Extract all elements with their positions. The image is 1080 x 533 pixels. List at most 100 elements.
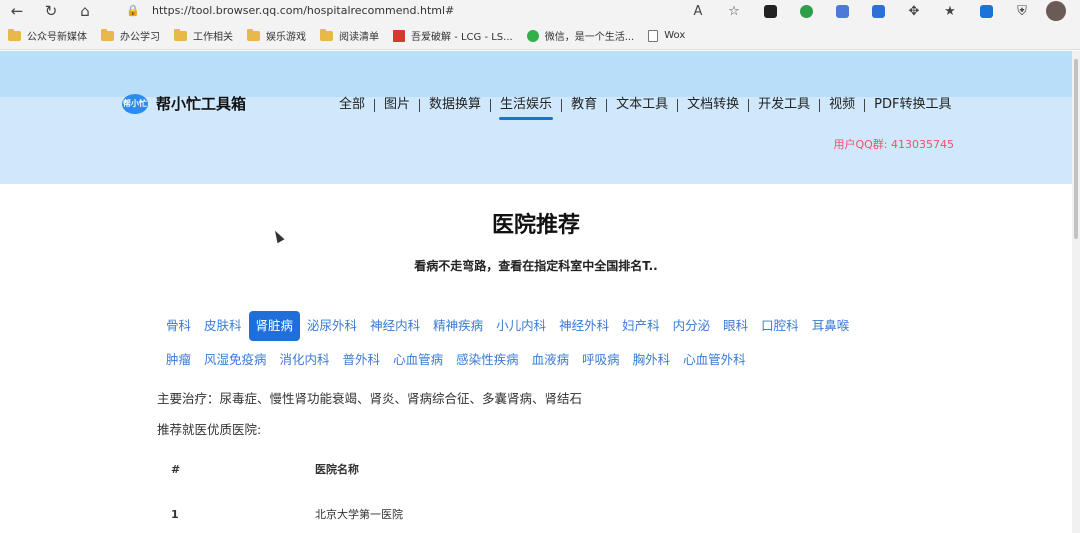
extensions-puzzle-icon[interactable]: ✥ [896, 0, 932, 22]
scrollbar[interactable] [1072, 51, 1080, 533]
menu-item-images[interactable]: 图片 [379, 95, 415, 115]
recommend-label: 推荐就医优质医院: [157, 422, 262, 437]
qq-group-link[interactable]: 用户QQ群: 413035745 [833, 136, 954, 152]
hospital-name: 北京大学第一医院 [315, 508, 403, 521]
hospital-table: # 医院名称 1 北京大学第一医院 [157, 451, 917, 533]
toolbar-right: A ☆ ✥ ★ ⛨ [680, 0, 1080, 22]
logo-mark-icon: 帮小忙 [122, 93, 148, 114]
department-tab[interactable]: 妇产科 [616, 311, 666, 341]
menu-divider [374, 98, 376, 112]
home-icon[interactable]: ⌂ [68, 0, 102, 22]
department-tab[interactable]: 皮肤科 [198, 311, 248, 341]
page-content: 帮小忙 帮小忙工具箱 全部 图片 数据换算 生活娱乐 教育 文本工具 文档转换 … [0, 51, 1072, 533]
bookmark-item[interactable]: 娱乐游戏 [247, 28, 306, 43]
add-favorite-icon[interactable]: ☆ [716, 0, 752, 22]
department-tab[interactable]: 风湿免疫病 [198, 345, 273, 375]
address-bar[interactable]: 🔒 https://tool.browser.qq.com/hospitalre… [126, 1, 454, 19]
department-tab[interactable]: 小儿内科 [490, 311, 552, 341]
menu-divider [606, 98, 608, 112]
page-subtitle: 看病不走弯路，查看在指定科室中全国排名T.. [414, 259, 658, 273]
url-text[interactable]: https://tool.browser.qq.com/hospitalreco… [152, 4, 454, 17]
read-aloud-icon[interactable]: A [680, 0, 716, 22]
bookmark-item[interactable]: 微信，是一个生活... [526, 28, 634, 43]
download-extension-icon[interactable] [860, 0, 896, 22]
site-logo[interactable]: 帮小忙 帮小忙工具箱 [122, 93, 246, 114]
folder-icon [8, 28, 21, 41]
folder-icon [101, 28, 114, 41]
department-tab[interactable]: 消化内科 [274, 345, 336, 375]
treatment-text: 主要治疗：尿毒症、慢性肾功能衰竭、肾炎、肾病综合征、多囊肾病、肾结石 [157, 391, 583, 406]
menu-item-data-conversion[interactable]: 数据换算 [424, 95, 486, 115]
department-tab[interactable]: 感染性疾病 [450, 345, 525, 375]
table-header: # 医院名称 [157, 451, 917, 487]
department-tab[interactable]: 神经外科 [553, 311, 615, 341]
bookmarks-bar: 公众号新媒体 办公学习 工作相关 娱乐游戏 阅读清单 吾爱破解 - LCG - … [0, 22, 1080, 50]
menu-item-education[interactable]: 教育 [566, 95, 602, 115]
main-menu: 全部 图片 数据换算 生活娱乐 教育 文本工具 文档转换 开发工具 视频 PDF… [334, 95, 956, 120]
department-tab[interactable]: 心血管病 [387, 345, 449, 375]
page-icon [648, 29, 659, 42]
menu-divider [419, 98, 421, 112]
back-icon[interactable]: ← [0, 0, 34, 22]
logo-text: 帮小忙工具箱 [156, 95, 247, 113]
site-icon [393, 29, 405, 42]
department-tab[interactable]: 口腔科 [755, 311, 805, 341]
folder-icon [320, 28, 333, 41]
menu-divider [561, 98, 563, 112]
menu-divider [864, 98, 866, 112]
page-title: 医院推荐 [491, 213, 580, 238]
bookmark-item[interactable]: 工作相关 [174, 28, 233, 43]
department-tab[interactable]: 内分泌 [667, 311, 717, 341]
bookmark-item[interactable]: 阅读清单 [320, 28, 379, 43]
bookmark-item[interactable]: 公众号新媒体 [8, 28, 87, 43]
menu-divider [748, 98, 750, 112]
menu-item-lifestyle[interactable]: 生活娱乐 [495, 95, 557, 120]
menu-item-document-conversion[interactable]: 文档转换 [682, 95, 744, 115]
department-tab[interactable]: 耳鼻喉 [806, 311, 856, 341]
department-tab[interactable]: 心血管外科 [677, 345, 752, 375]
department-tab[interactable]: 血液病 [526, 345, 576, 375]
site-header: 帮小忙 帮小忙工具箱 全部 图片 数据换算 生活娱乐 教育 文本工具 文档转换 … [0, 51, 1072, 184]
menu-divider [490, 98, 492, 112]
folder-icon [247, 28, 260, 41]
header-number: # [171, 462, 181, 476]
department-tab[interactable]: 肾脏病 [248, 311, 301, 341]
department-tab[interactable]: 胸外科 [627, 345, 677, 375]
refresh-icon[interactable]: ↻ [34, 0, 68, 22]
department-tab[interactable]: 骨科 [160, 311, 197, 341]
department-tab[interactable]: 呼吸病 [576, 345, 626, 375]
collections-icon[interactable] [968, 0, 1004, 22]
bookmark-item[interactable]: Wox [648, 29, 685, 42]
department-tab[interactable]: 普外科 [337, 345, 387, 375]
browser-toolbar: ← ↻ ⌂ 🔒 https://tool.browser.qq.com/hosp… [0, 0, 1080, 22]
wechat-icon [526, 29, 539, 42]
menu-divider [677, 98, 679, 112]
menu-item-video[interactable]: 视频 [824, 95, 860, 115]
menu-divider [819, 98, 821, 112]
lock-icon: 🔒 [126, 3, 140, 17]
menu-item-dev-tools[interactable]: 开发工具 [753, 95, 815, 115]
department-tab[interactable]: 肿瘤 [160, 345, 197, 375]
menu-item-pdf-tools[interactable]: PDF转换工具 [869, 95, 956, 115]
profile-avatar[interactable] [1046, 1, 1066, 21]
extension-icon[interactable] [824, 0, 860, 22]
department-tab[interactable]: 泌尿外科 [301, 311, 363, 341]
extension-icon[interactable] [752, 0, 788, 22]
shield-icon[interactable]: ⛨ [1004, 0, 1040, 22]
bookmark-item[interactable]: 吾爱破解 - LCG - LS... [393, 28, 513, 43]
department-tab[interactable]: 眼科 [717, 311, 754, 341]
department-tab[interactable]: 精神疾病 [427, 311, 489, 341]
department-tab[interactable]: 神经内科 [364, 311, 426, 341]
scrollbar-thumb[interactable] [1074, 59, 1078, 239]
row-number: 1 [171, 507, 179, 521]
favorites-icon[interactable]: ★ [932, 0, 968, 22]
menu-item-text-tools[interactable]: 文本工具 [611, 95, 673, 115]
bookmark-item[interactable]: 办公学习 [101, 28, 160, 43]
folder-icon [174, 28, 187, 41]
menu-item-all[interactable]: 全部 [334, 95, 370, 115]
header-hospital-name: 医院名称 [315, 463, 359, 476]
department-row: 骨科 皮肤科 肾脏病 泌尿外科 神经内科 精神疾病 小儿内科 神经外科 妇产科 内分泌 眼科 口腔科耳… [160, 310, 920, 342]
department-row: 肿瘤 风湿免疫病 消化内科 普外科 心血管病 感染性疾病 血液病 呼吸病 胸外科 心血管外科 [160, 344, 920, 376]
extension-icon[interactable] [788, 0, 824, 22]
table-row: 1 北京大学第一医院 [157, 487, 917, 533]
